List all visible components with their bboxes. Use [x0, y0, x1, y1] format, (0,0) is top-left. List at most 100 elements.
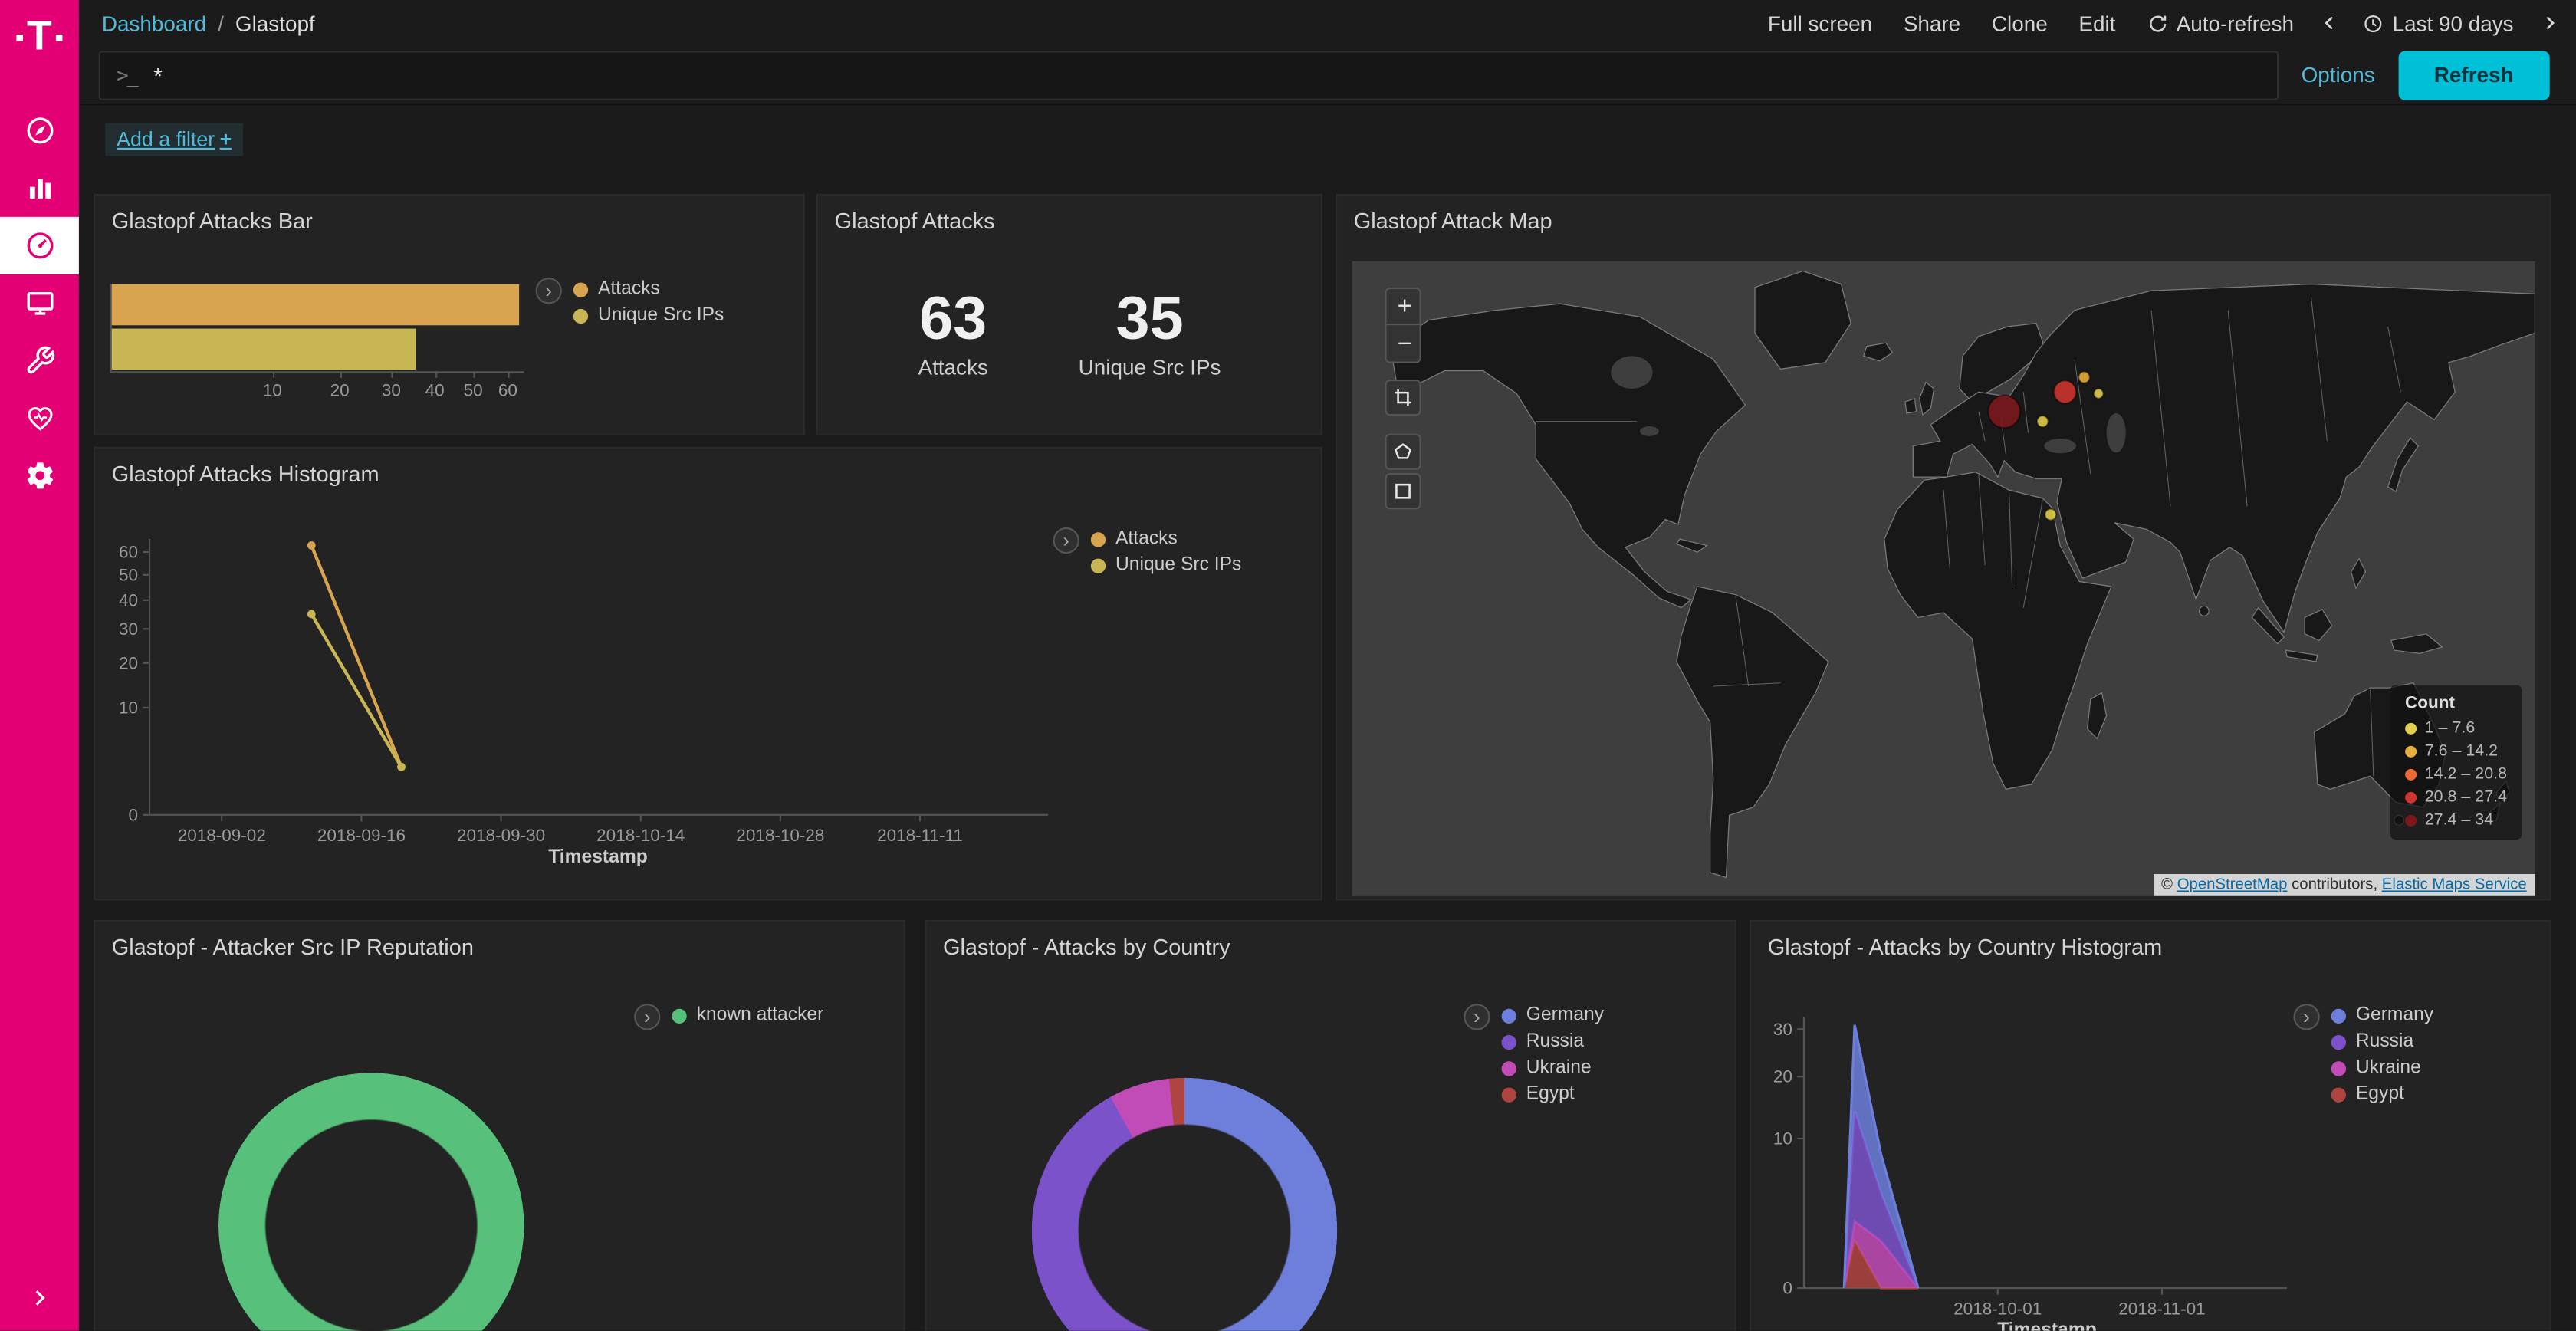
map-legend-items: 1 – 7.67.6 – 14.214.2 – 20.820.8 – 27.42… — [2405, 718, 2507, 830]
clone-button[interactable]: Clone — [1992, 11, 2048, 35]
legend-color-dot — [2331, 1060, 2346, 1075]
metric-value: 35 — [1079, 288, 1221, 351]
legend-label: Germany — [2356, 1005, 2433, 1025]
reputation-donut[interactable] — [219, 1073, 524, 1330]
panel-title: Glastopf Attack Map — [1337, 196, 2549, 240]
legend-toggle-button[interactable]: › — [536, 278, 562, 304]
legend-item-russia[interactable]: Russia — [2331, 1032, 2433, 1052]
y-axis-tick: 30 — [1773, 1020, 1792, 1039]
country-legend-items: Germany Russia Ukraine Egypt — [1502, 1004, 1604, 1104]
data-point — [307, 610, 316, 619]
sidebar-item-discover[interactable] — [0, 102, 79, 159]
x-axis-tick: 2018-10-14 — [596, 826, 685, 845]
legend-color-dot — [573, 308, 588, 323]
chevron-right-icon — [28, 1287, 51, 1310]
telekom-logo[interactable]: T — [17, 0, 61, 72]
legend-label: 20.8 – 27.4 — [2425, 789, 2507, 807]
attack-map[interactable]: + − Count 1 – 7.67.6 – 14.214.2 – 20.820… — [1352, 261, 2535, 896]
x-axis-tick: 2018-10-01 — [1953, 1299, 2042, 1318]
bar-chart-icon — [24, 173, 55, 204]
search-query-input[interactable]: >_ * — [99, 50, 2279, 99]
panel-title: Glastopf - Attacker Src IP Reputation — [95, 922, 903, 966]
time-forward-button[interactable] — [2540, 13, 2560, 33]
bar-attacks[interactable] — [112, 284, 519, 326]
wrench-icon — [24, 345, 55, 376]
series-line-unique-src-ips[interactable] — [311, 614, 401, 767]
query-options-link[interactable]: Options — [2302, 62, 2375, 87]
legend-item-ukraine[interactable]: Ukraine — [2331, 1058, 2433, 1078]
legend-item-27-4-34: 27.4 – 34 — [2405, 812, 2507, 830]
sidebar-item-dashboard[interactable] — [0, 217, 79, 274]
full-screen-button[interactable]: Full screen — [1768, 11, 1872, 35]
time-range-picker[interactable]: Last 90 days — [2363, 11, 2514, 35]
legend-item-germany[interactable]: Germany — [2331, 1005, 2433, 1025]
refresh-button[interactable]: Refresh — [2398, 50, 2550, 99]
legend-item-egypt[interactable]: Egypt — [1502, 1084, 1604, 1104]
openstreetmap-link[interactable]: OpenStreetMap — [2177, 876, 2288, 894]
legend-item-attacks[interactable]: Attacks — [573, 279, 724, 299]
legend-item-russia[interactable]: Russia — [1502, 1032, 1604, 1052]
y-axis-tick: 20 — [1773, 1067, 1792, 1086]
panel-title: Glastopf - Attacks by Country — [927, 922, 1735, 966]
bar-axis-tick: 60 — [498, 381, 518, 401]
sidebar-item-timelion[interactable] — [0, 274, 79, 332]
legend-label: Ukraine — [2356, 1058, 2421, 1078]
legend-color-dot — [1502, 1060, 1516, 1075]
country-hist-legend-items: Germany Russia Ukraine Egypt — [2331, 1004, 2433, 1104]
breadcrumb-dashboard-link[interactable]: Dashboard — [102, 11, 206, 35]
bar-axis-tick: 10 — [263, 381, 282, 401]
sidebar-item-dev-tools[interactable] — [0, 332, 79, 389]
metric-attacks: 63 Attacks — [918, 288, 987, 380]
legend-label: Unique Src IPs — [598, 306, 724, 326]
breadcrumb-separator: / — [218, 11, 224, 35]
collapse-sidebar-button[interactable] — [0, 1278, 79, 1317]
country-donut[interactable] — [1032, 1078, 1338, 1331]
legend-label: Attacks — [598, 279, 660, 299]
histogram-legend-items: Attacks Unique Src IPs — [1091, 527, 1242, 575]
x-axis-label: Timestamp — [548, 846, 648, 867]
rectangle-tool-button[interactable] — [1385, 473, 1421, 509]
data-point — [307, 541, 316, 550]
sidebar-item-management[interactable] — [0, 447, 79, 504]
legend-toggle-button[interactable]: › — [2293, 1004, 2319, 1030]
legend-item-germany[interactable]: Germany — [1502, 1005, 1604, 1025]
zoom-out-button[interactable]: − — [1387, 325, 1421, 361]
legend-toggle-button[interactable]: › — [1053, 527, 1079, 554]
series-line-attacks[interactable] — [311, 545, 401, 767]
legend-toggle-button[interactable]: › — [634, 1004, 660, 1030]
map-attack-marker — [2037, 416, 2049, 427]
attr-prefix: © — [2161, 876, 2177, 894]
y-axis-tick: 10 — [119, 698, 138, 717]
cuba — [1677, 539, 1707, 552]
world-map-svg — [1352, 261, 2535, 896]
share-button[interactable]: Share — [1904, 11, 1960, 35]
crop-tool-button[interactable] — [1385, 380, 1421, 416]
legend-item-unique-src-ips[interactable]: Unique Src IPs — [1091, 555, 1242, 575]
add-filter-link[interactable]: Add a filter+ — [105, 123, 243, 156]
panel-attacks-metric: Glastopf Attacks 63 Attacks 35 Unique Sr… — [816, 194, 1322, 435]
elastic-maps-service-link[interactable]: Elastic Maps Service — [2382, 876, 2527, 894]
polygon-tool-button[interactable] — [1385, 434, 1421, 470]
legend-item-ukraine[interactable]: Ukraine — [1502, 1058, 1604, 1078]
rectangle-icon — [1393, 481, 1413, 501]
auto-refresh-button[interactable]: Auto-refresh — [2147, 11, 2294, 35]
query-value: * — [153, 61, 163, 87]
edit-button[interactable]: Edit — [2078, 11, 2115, 35]
plus-icon: + — [220, 128, 232, 151]
legend-item-unique-src-ips[interactable]: Unique Src IPs — [573, 306, 724, 326]
time-back-button[interactable] — [2320, 13, 2340, 33]
panel-title: Glastopf Attacks — [818, 196, 1321, 240]
legend-item-attacks[interactable]: Attacks — [1091, 529, 1242, 549]
zoom-in-button[interactable]: + — [1387, 289, 1421, 325]
sidebar-item-visualize[interactable] — [0, 159, 79, 217]
bar-unique-src-ips[interactable] — [112, 329, 416, 370]
map-attribution: © OpenStreetMap contributors, Elastic Ma… — [2153, 874, 2535, 896]
legend-item-egypt[interactable]: Egypt — [2331, 1084, 2433, 1104]
legend-label: Attacks — [1116, 529, 1178, 549]
sidebar-item-monitoring[interactable] — [0, 389, 79, 447]
great-britain — [1920, 382, 1934, 415]
legend-label: Germany — [1526, 1005, 1604, 1025]
legend-toggle-button[interactable]: › — [1464, 1004, 1490, 1030]
legend-label: 1 – 7.6 — [2425, 720, 2476, 738]
legend-item-known-attacker[interactable]: known attacker — [672, 1005, 823, 1025]
